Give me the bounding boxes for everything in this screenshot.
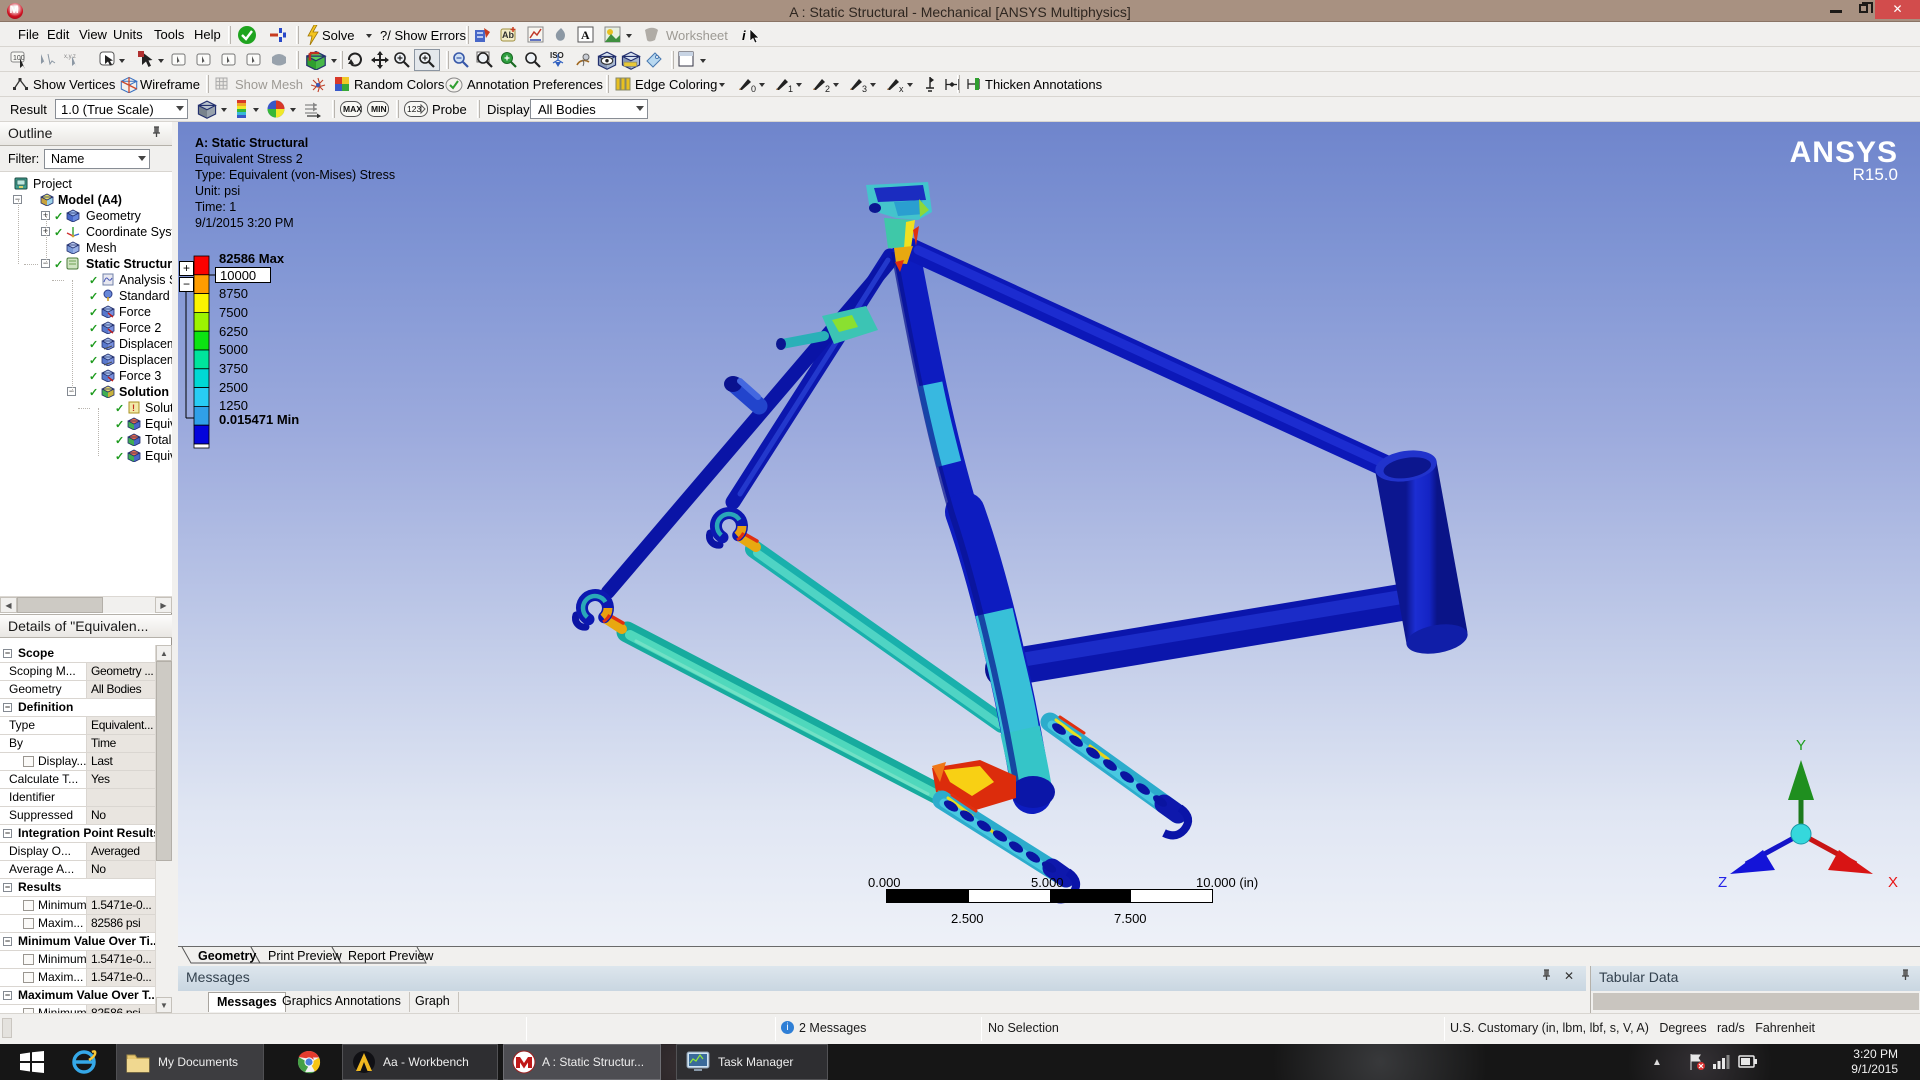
svg-text:100: 100 <box>13 55 25 62</box>
svg-text:x,y,z: x,y,z <box>64 54 76 60</box>
svg-text:A: A <box>581 28 590 42</box>
svg-text:Geometry: Geometry <box>198 949 256 963</box>
svg-text:123: 123 <box>407 104 421 114</box>
svg-text:Print Preview: Print Preview <box>268 949 343 963</box>
svg-text:MIN: MIN <box>371 104 387 114</box>
svg-text:Report Preview: Report Preview <box>348 949 434 963</box>
svg-text:X: X <box>1888 874 1898 891</box>
svg-text:!: ! <box>132 403 135 413</box>
svg-text:MAX: MAX <box>343 104 362 114</box>
svg-text:Z: Z <box>1718 874 1727 891</box>
svg-text:ISO: ISO <box>550 51 564 60</box>
svg-text:Y: Y <box>1796 737 1806 754</box>
